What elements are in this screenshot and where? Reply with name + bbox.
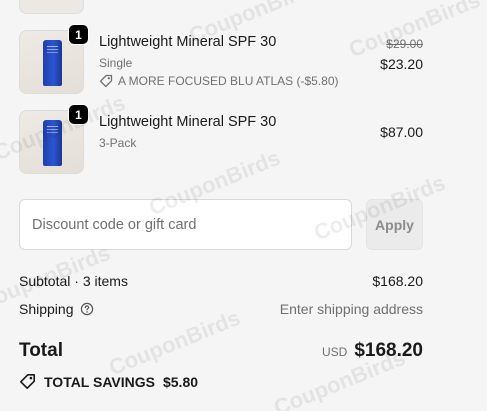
shipping-label-group: Shipping [19, 301, 94, 317]
line-price: $87.00 [380, 124, 423, 140]
total-savings: TOTAL SAVINGS $5.80 [19, 373, 198, 390]
total-label: Total [19, 340, 63, 361]
apply-button[interactable]: Apply [366, 199, 423, 250]
previous-item-thumbnail [19, 0, 84, 14]
savings-value: $5.80 [162, 373, 199, 390]
applied-discount: A MORE FOCUSED BLU ATLAS (-$5.80) [99, 74, 339, 88]
currency-code: USD [321, 345, 348, 359]
subtotal-value: $168.20 [372, 273, 423, 289]
product-image [43, 120, 62, 166]
subtotal-row: Subtotal · 3 items $168.20 [19, 273, 423, 289]
total-value-group: USD $168.20 [322, 340, 423, 362]
total-value: $168.20 [354, 340, 423, 361]
product-variant: Single [99, 56, 133, 70]
quantity-badge: 1 [68, 104, 89, 125]
product-title: Lightweight Mineral SPF 30 [99, 34, 277, 50]
product-variant: 3-Pack [99, 136, 137, 150]
savings-label: TOTAL SAVINGS [44, 373, 155, 390]
line-item: 1 Lightweight Mineral SPF 30 Single A MO… [19, 24, 423, 96]
original-price: $29.00 [386, 37, 423, 51]
product-title: Lightweight Mineral SPF 30 [99, 114, 277, 130]
product-image [43, 40, 62, 86]
quantity-badge: 1 [68, 24, 89, 45]
line-price: $23.20 [380, 56, 423, 72]
shipping-label: Shipping [19, 301, 74, 317]
shipping-value: Enter shipping address [279, 301, 423, 317]
tag-icon [99, 74, 113, 88]
total-row: Total USD $168.20 [19, 340, 423, 362]
line-item: 1 Lightweight Mineral SPF 30 3-Pack $87.… [19, 104, 423, 176]
savings-tag-icon [20, 374, 35, 389]
subtotal-label: Subtotal · 3 items [19, 273, 128, 289]
shipping-row: Shipping Enter shipping address [19, 301, 423, 317]
discount-label: A MORE FOCUSED BLU ATLAS (-$5.80) [118, 74, 339, 88]
discount-form: Apply [19, 199, 423, 250]
help-circle-icon[interactable] [80, 302, 94, 316]
discount-code-input[interactable] [19, 199, 352, 250]
